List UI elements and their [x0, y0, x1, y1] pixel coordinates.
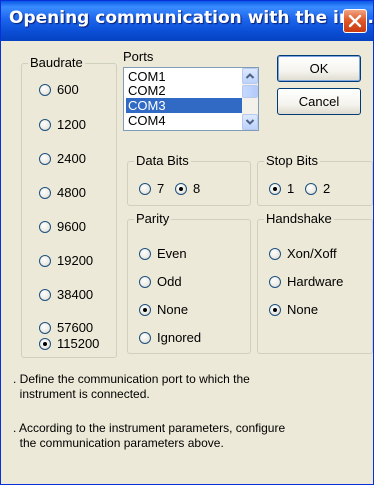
- radio-stop-bits-2[interactable]: [305, 182, 317, 195]
- scroll-thumb[interactable]: [242, 85, 258, 98]
- port-item[interactable]: COM1: [126, 69, 243, 84]
- dialog-window: Opening communication with the ins... Ba…: [0, 0, 374, 485]
- chevron-down-icon: [245, 119, 255, 125]
- info-text-port: . Define the communication port to which…: [13, 372, 250, 401]
- baudrate-option-19200[interactable]: 19200: [39, 253, 93, 268]
- port-item-selected[interactable]: COM3: [126, 98, 243, 113]
- baudrate-option-115200[interactable]: 115200: [39, 336, 99, 351]
- parity-option-ignored[interactable]: Ignored: [139, 330, 201, 345]
- port-item[interactable]: COM2: [126, 83, 243, 98]
- close-icon: [348, 14, 362, 28]
- radio-handshake-hardware[interactable]: [269, 275, 281, 288]
- ok-button[interactable]: OK: [277, 55, 361, 82]
- radio-1200[interactable]: [39, 118, 51, 131]
- radio-600[interactable]: [39, 83, 51, 96]
- radio-9600[interactable]: [39, 220, 51, 233]
- radio-parity-ignored[interactable]: [139, 331, 151, 344]
- stop-bits-label: Stop Bits: [264, 153, 321, 169]
- scroll-up-button[interactable]: [242, 68, 258, 84]
- stop-bits-option-2[interactable]: 2: [305, 181, 330, 196]
- ports-scrollbar[interactable]: [242, 68, 258, 130]
- port-item[interactable]: COM4: [126, 113, 243, 128]
- baudrate-option-2400[interactable]: 2400: [39, 151, 86, 166]
- radio-57600[interactable]: [39, 321, 51, 334]
- radio-115200[interactable]: [39, 337, 51, 350]
- radio-parity-odd[interactable]: [139, 275, 151, 288]
- dialog-body: Baudrate 600 1200 2400 4800 9600 19200 3…: [1, 41, 373, 484]
- radio-2400[interactable]: [39, 152, 51, 165]
- data-bits-option-7[interactable]: 7: [139, 181, 164, 196]
- radio-handshake-none[interactable]: [269, 303, 281, 316]
- scroll-down-button[interactable]: [242, 114, 258, 130]
- data-bits-label: Data Bits: [134, 153, 191, 169]
- cancel-button[interactable]: Cancel: [277, 88, 361, 115]
- radio-38400[interactable]: [39, 288, 51, 301]
- radio-parity-none[interactable]: [139, 303, 151, 316]
- radio-data-bits-7[interactable]: [139, 182, 151, 195]
- handshake-label: Handshake: [264, 211, 334, 227]
- ports-listbox[interactable]: COM1 COM2 COM3 COM4: [123, 67, 259, 131]
- radio-data-bits-8[interactable]: [175, 182, 187, 195]
- parity-label: Parity: [134, 211, 172, 227]
- window-title: Opening communication with the ins...: [9, 8, 374, 28]
- baudrate-label: Baudrate: [28, 55, 85, 71]
- baudrate-option-600[interactable]: 600: [39, 82, 79, 97]
- baudrate-option-1200[interactable]: 1200: [39, 117, 86, 132]
- radio-handshake-xon-xoff[interactable]: [269, 247, 281, 260]
- chevron-up-icon: [245, 73, 255, 79]
- baudrate-group: Baudrate: [21, 55, 117, 358]
- parity-option-odd[interactable]: Odd: [139, 274, 182, 289]
- radio-19200[interactable]: [39, 254, 51, 267]
- stop-bits-option-1[interactable]: 1: [269, 181, 294, 196]
- handshake-option-none[interactable]: None: [269, 302, 318, 317]
- radio-4800[interactable]: [39, 186, 51, 199]
- close-button[interactable]: [343, 9, 367, 33]
- baudrate-option-9600[interactable]: 9600: [39, 219, 86, 234]
- baudrate-option-4800[interactable]: 4800: [39, 185, 86, 200]
- baudrate-option-57600[interactable]: 57600: [39, 320, 93, 335]
- parity-option-even[interactable]: Even: [139, 246, 187, 261]
- baudrate-option-38400[interactable]: 38400: [39, 287, 93, 302]
- parity-option-none[interactable]: None: [139, 302, 188, 317]
- handshake-option-hardware[interactable]: Hardware: [269, 274, 343, 289]
- title-bar[interactable]: Opening communication with the ins...: [1, 1, 374, 41]
- data-bits-option-8[interactable]: 8: [175, 181, 200, 196]
- info-text-parameters: . According to the instrument parameters…: [13, 421, 286, 450]
- handshake-option-xon-xoff[interactable]: Xon/Xoff: [269, 246, 337, 261]
- radio-parity-even[interactable]: [139, 247, 151, 260]
- ports-label: Ports: [123, 49, 154, 64]
- radio-stop-bits-1[interactable]: [269, 182, 281, 195]
